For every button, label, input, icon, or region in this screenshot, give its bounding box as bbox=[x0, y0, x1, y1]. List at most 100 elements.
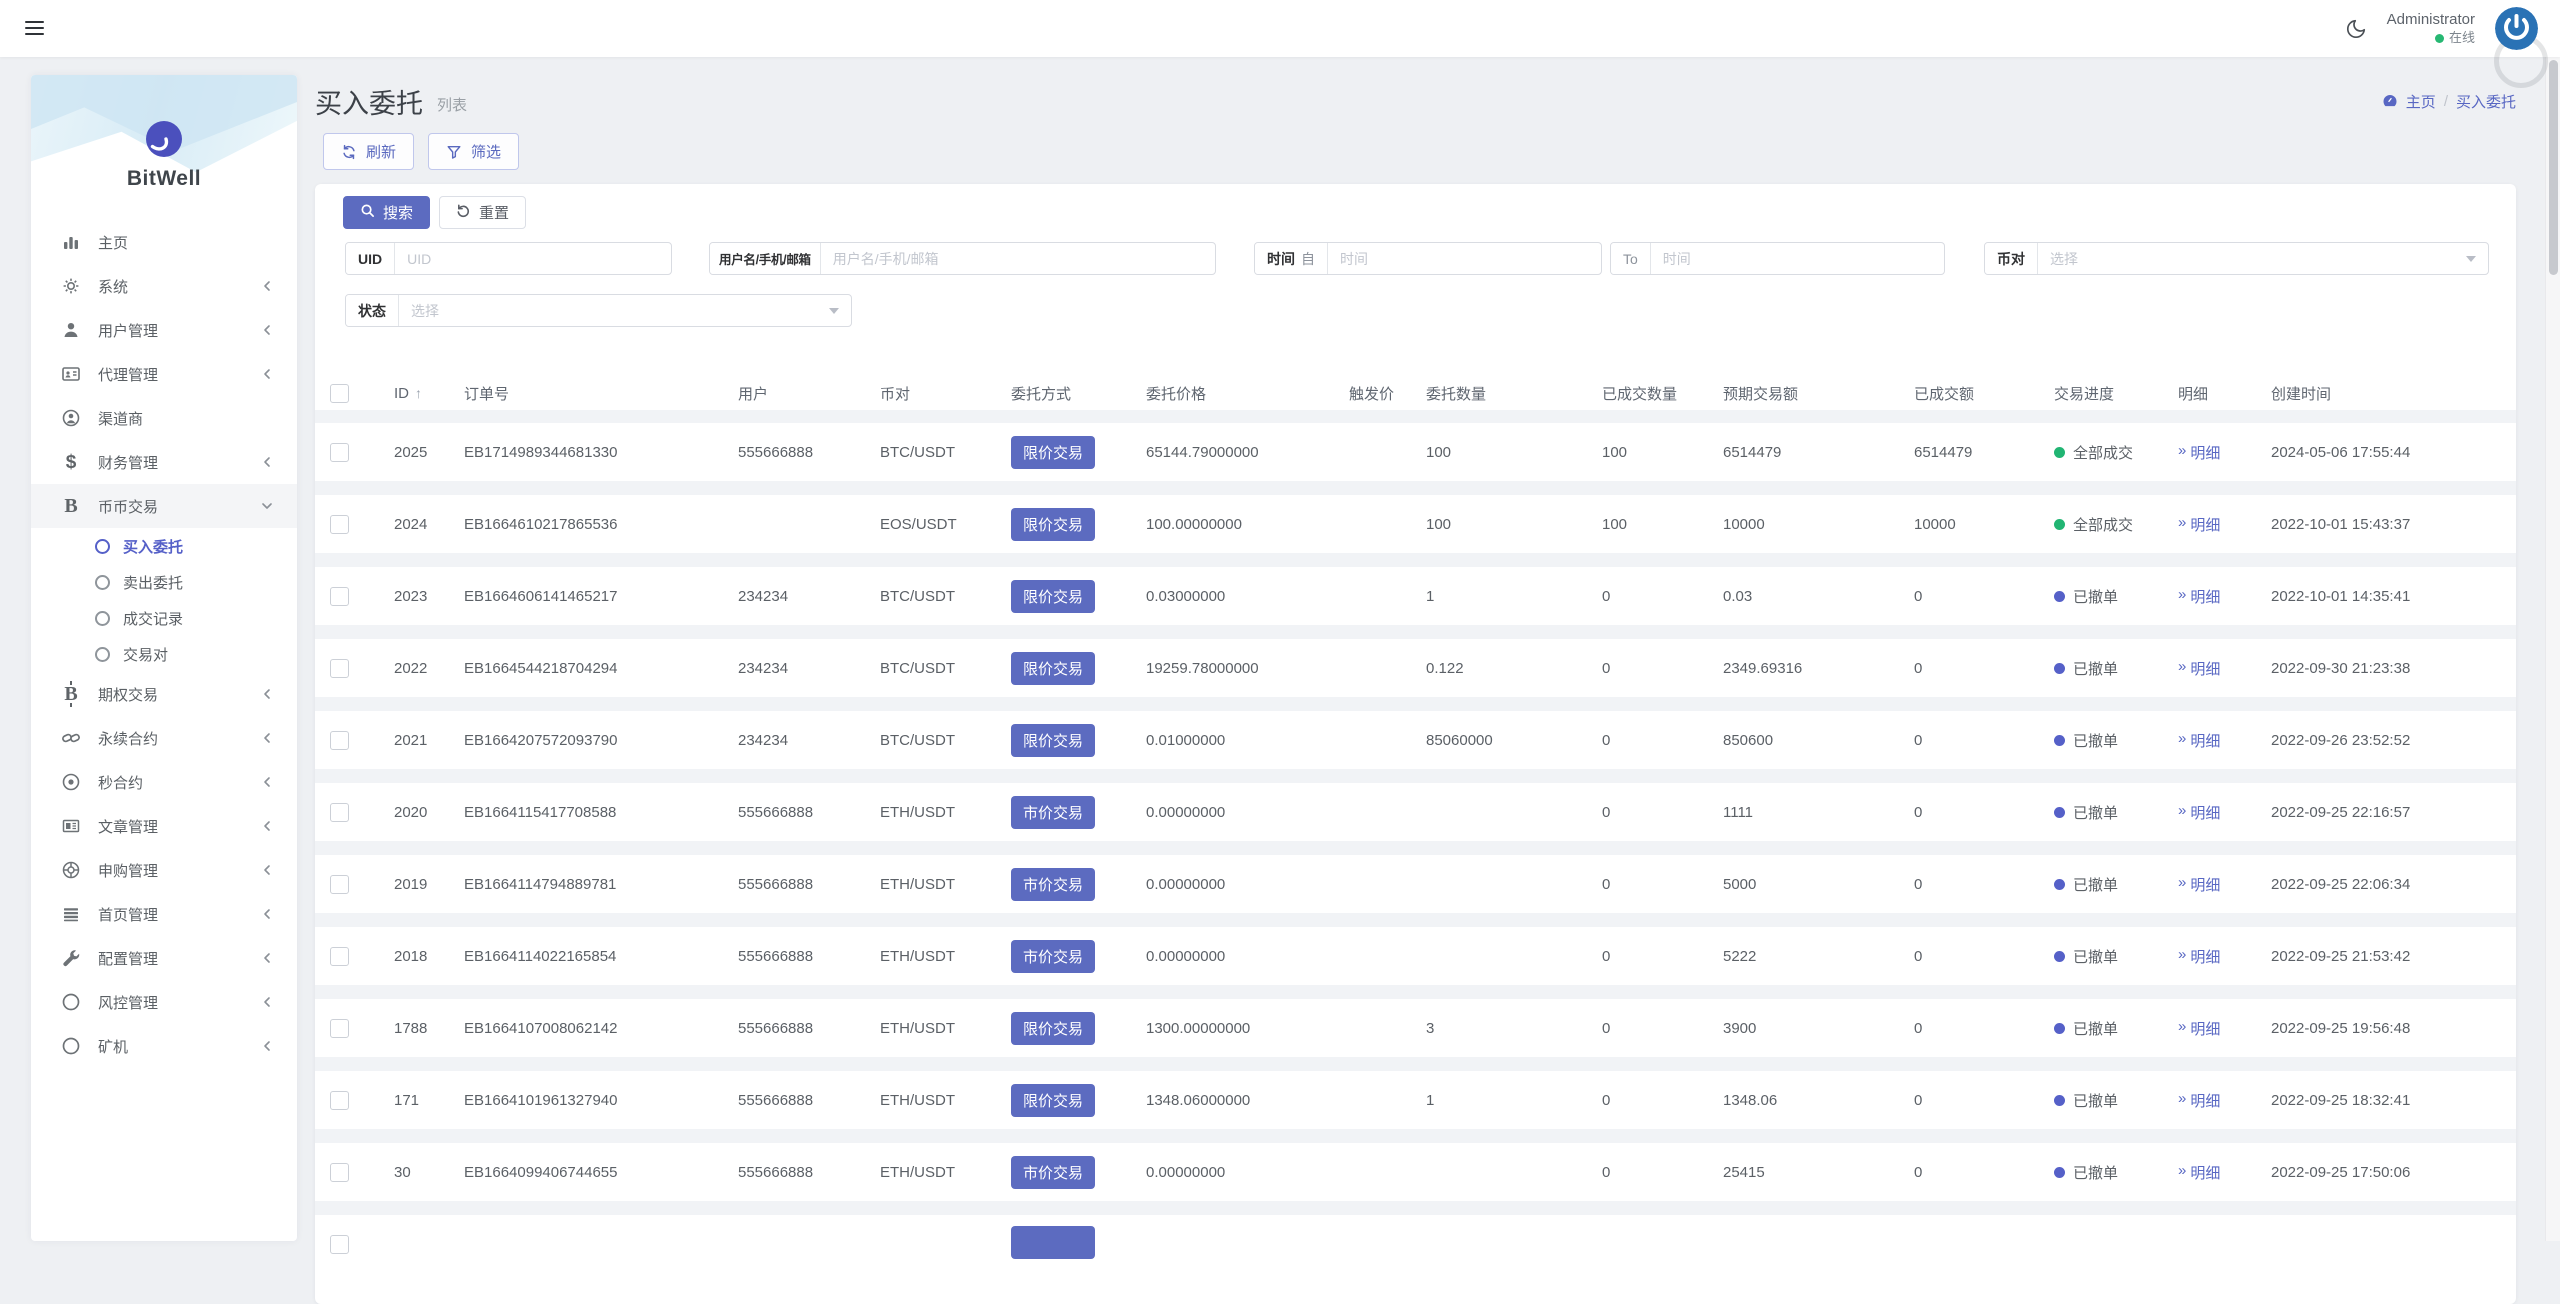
cell-pair: EOS/USDT bbox=[880, 515, 957, 533]
detail-link[interactable]: » 明细 bbox=[2178, 730, 2220, 751]
reset-button[interactable]: 重置 bbox=[439, 196, 527, 229]
sidebar-item-home[interactable]: 主页 bbox=[31, 220, 297, 264]
row-checkbox[interactable] bbox=[330, 730, 349, 750]
username-input[interactable] bbox=[820, 243, 1215, 274]
cell-id: 2022 bbox=[394, 659, 428, 677]
detail-link[interactable]: » 明细 bbox=[2178, 1018, 2220, 1039]
cell-expected-amount: 1348.06 bbox=[1723, 1091, 1778, 1109]
detail-link[interactable]: » 明细 bbox=[2178, 946, 2220, 967]
chevron-left-icon bbox=[261, 368, 273, 380]
row-checkbox[interactable] bbox=[330, 874, 349, 894]
row-checkbox[interactable] bbox=[330, 1234, 349, 1254]
sidebar-subitem-buy-orders[interactable]: 买入委托 bbox=[31, 528, 297, 564]
detail-link[interactable]: » 明细 bbox=[2178, 1162, 2220, 1183]
time-to-input[interactable] bbox=[1650, 243, 1944, 274]
detail-link[interactable]: » 明细 bbox=[2178, 1090, 2220, 1111]
cell-filled-amount: 0 bbox=[1914, 1019, 1923, 1037]
detail-link[interactable]: » 明细 bbox=[2178, 802, 2220, 823]
sidebar-item-subscription-management[interactable]: 申购管理 bbox=[31, 848, 297, 892]
sidebar-item-finance-management[interactable]: $ 财务管理 bbox=[31, 440, 297, 484]
status-label: 状态 bbox=[346, 295, 399, 326]
sidebar-subitem-label: 卖出委托 bbox=[123, 574, 184, 592]
sidebar-item-user-management[interactable]: 用户管理 bbox=[31, 308, 297, 352]
detail-link[interactable]: » 明细 bbox=[2178, 658, 2220, 679]
cell-detail: » 明细 bbox=[2178, 658, 2271, 679]
sidebar-subitem-trade-records[interactable]: 成交记录 bbox=[31, 600, 297, 636]
row-checkbox[interactable] bbox=[330, 658, 349, 678]
status-dot-icon bbox=[2054, 878, 2065, 890]
row-checkbox[interactable] bbox=[330, 802, 349, 822]
time-to-filter-group: To bbox=[1610, 242, 1945, 275]
detail-link[interactable]: » 明细 bbox=[2178, 514, 2220, 535]
sidebar-item-config-management[interactable]: 配置管理 bbox=[31, 936, 297, 980]
cell-user: 555666888 bbox=[738, 1019, 814, 1037]
cell-created-time: 2022-09-30 21:23:38 bbox=[2271, 659, 2411, 677]
scrollbar-track[interactable] bbox=[2545, 57, 2560, 1241]
uid-filter-group: UID bbox=[345, 242, 672, 275]
row-checkbox[interactable] bbox=[330, 1090, 349, 1110]
row-checkbox[interactable] bbox=[330, 1018, 349, 1038]
cell-filled-amount: 0 bbox=[1914, 947, 1923, 965]
detail-link[interactable]: » 明细 bbox=[2178, 874, 2220, 895]
select-all-checkbox[interactable] bbox=[330, 383, 349, 403]
sidebar-item-system[interactable]: 系统 bbox=[31, 264, 297, 308]
status-text: 已撤单 bbox=[2073, 948, 2119, 966]
cell-order-type: 限价交易 bbox=[1011, 435, 1146, 469]
cell-price: 19259.78000000 bbox=[1146, 659, 1259, 677]
search-button[interactable]: 搜索 bbox=[343, 196, 431, 229]
filter-button[interactable]: 筛选 bbox=[428, 133, 520, 170]
sidebar-item-risk-management[interactable]: 风控管理 bbox=[31, 980, 297, 1024]
table-body: 2025 EB1714989344681330 555666888 BTC/USDT 限… bbox=[315, 423, 2516, 1273]
row-checkbox[interactable] bbox=[330, 514, 349, 534]
breadcrumb-home-link[interactable]: 主页 bbox=[2406, 91, 2436, 112]
cell-detail: » 明细 bbox=[2178, 946, 2271, 967]
status-text: 已撤单 bbox=[2073, 1092, 2119, 1110]
sidebar-item-perpetual-contract[interactable]: 永续合约 bbox=[31, 716, 297, 760]
sidebar-item-channel-provider[interactable]: 渠道商 bbox=[31, 396, 297, 440]
double-chevron-right-icon: » bbox=[2178, 1089, 2186, 1107]
sidebar-item-miner[interactable]: 矿机 bbox=[31, 1024, 297, 1068]
menu-toggle-icon[interactable] bbox=[25, 21, 44, 39]
sidebar-item-label: 用户管理 bbox=[98, 322, 159, 340]
sidebar-item-label: 渠道商 bbox=[98, 410, 144, 428]
order-type-badge: 限价交易 bbox=[1011, 651, 1095, 685]
sidebar-item-homepage-management[interactable]: 首页管理 bbox=[31, 892, 297, 936]
sidebar-item-seconds-contract[interactable]: 秒合约 bbox=[31, 760, 297, 804]
dark-mode-toggle-icon[interactable] bbox=[2345, 18, 2367, 40]
sidebar-item-agent-management[interactable]: 代理管理 bbox=[31, 352, 297, 396]
sidebar-subitem-sell-orders[interactable]: 卖出委托 bbox=[31, 564, 297, 600]
sidebar-item-label: 秒合约 bbox=[98, 774, 144, 792]
status-select[interactable]: 选择 bbox=[399, 295, 851, 326]
order-type-badge: 市价交易 bbox=[1011, 867, 1095, 901]
scrollbar-thumb[interactable] bbox=[2548, 60, 2558, 275]
brand-name: BitWell bbox=[126, 167, 202, 190]
avatar[interactable] bbox=[2495, 7, 2538, 50]
cell-filled-quantity: 0 bbox=[1602, 587, 1611, 605]
sidebar-item-spot-trading[interactable]: B 币币交易 bbox=[31, 484, 297, 528]
breadcrumb: 主页 / 买入委托 bbox=[2382, 91, 2516, 112]
detail-link[interactable]: » 明细 bbox=[2178, 586, 2220, 607]
sidebar-subitem-trading-pairs[interactable]: 交易对 bbox=[31, 636, 297, 672]
breadcrumb-current[interactable]: 买入委托 bbox=[2456, 91, 2516, 112]
uid-input[interactable] bbox=[395, 243, 671, 274]
row-checkbox[interactable] bbox=[330, 946, 349, 966]
refresh-button[interactable]: 刷新 bbox=[323, 133, 415, 170]
sidebar-item-label: 申购管理 bbox=[98, 862, 159, 880]
radio-circle-icon bbox=[95, 538, 110, 554]
column-header[interactable]: ID ↑ bbox=[394, 385, 464, 402]
double-chevron-right-icon: » bbox=[2178, 1017, 2186, 1035]
online-dot-icon bbox=[2434, 33, 2444, 43]
sidebar-item-article-management[interactable]: 文章管理 bbox=[31, 804, 297, 848]
detail-link[interactable]: » 明细 bbox=[2178, 442, 2220, 463]
row-checkbox[interactable] bbox=[330, 442, 349, 462]
user-menu[interactable]: Administrator 在线 bbox=[2387, 10, 2475, 46]
pair-select[interactable]: 选择 bbox=[2038, 243, 2488, 274]
row-checkbox[interactable] bbox=[330, 1162, 349, 1182]
cell-price: 0.00000000 bbox=[1146, 875, 1226, 893]
status-text: 已撤单 bbox=[2073, 732, 2119, 750]
row-checkbox[interactable] bbox=[330, 586, 349, 606]
time-from-input[interactable] bbox=[1328, 243, 1601, 274]
table-row: 2019 EB1664114794889781 555666888 ETH/USDT 市… bbox=[315, 855, 2516, 913]
sidebar-item-options-trading[interactable]: B 期权交易 bbox=[31, 672, 297, 716]
uid-label: UID bbox=[346, 243, 396, 274]
